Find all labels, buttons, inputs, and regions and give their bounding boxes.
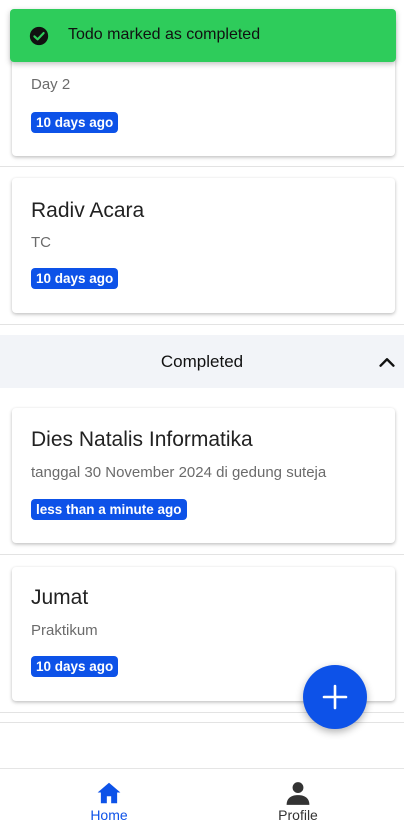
chevron-up-icon[interactable] bbox=[376, 351, 398, 373]
todo-card[interactable]: Radiv Acara TC 10 days ago bbox=[12, 178, 395, 313]
time-badge: 10 days ago bbox=[31, 656, 119, 677]
plus-icon bbox=[322, 684, 348, 710]
todo-list[interactable]: Day 2 10 days ago Radiv Acara TC 10 days… bbox=[0, 0, 404, 768]
section-title: Completed bbox=[160, 351, 244, 371]
completed-section-header[interactable]: Completed bbox=[0, 335, 404, 388]
todo-description: Praktikum bbox=[31, 622, 98, 639]
nav-label: Home bbox=[90, 807, 128, 823]
time-badge: 10 days ago bbox=[31, 268, 119, 289]
todo-description: TC bbox=[31, 234, 51, 251]
nav-item-profile[interactable]: Profile bbox=[197, 769, 399, 832]
todo-description: Day 2 bbox=[31, 76, 71, 93]
check-circle-icon bbox=[29, 26, 49, 46]
time-badge: less than a minute ago bbox=[31, 499, 187, 520]
divider bbox=[0, 554, 404, 555]
toast-notification: Todo marked as completed bbox=[10, 9, 396, 62]
nav-label: Profile bbox=[278, 807, 318, 823]
add-todo-button[interactable] bbox=[303, 665, 367, 729]
time-badge: 10 days ago bbox=[31, 112, 119, 133]
todo-title: Dies Natalis Informatika bbox=[31, 428, 253, 451]
toast-message: Todo marked as completed bbox=[68, 26, 261, 43]
divider bbox=[0, 324, 404, 325]
todo-card[interactable]: Dies Natalis Informatika tanggal 30 Nove… bbox=[12, 408, 395, 543]
home-icon bbox=[97, 782, 121, 804]
todo-description: tanggal 30 November 2024 di gedung sutej… bbox=[31, 464, 327, 481]
person-icon bbox=[286, 782, 310, 805]
todo-title: Radiv Acara bbox=[31, 199, 145, 222]
bottom-navigation: Home Profile bbox=[0, 768, 404, 832]
nav-item-home[interactable]: Home bbox=[8, 769, 210, 832]
divider bbox=[0, 166, 404, 167]
todo-title: Jumat bbox=[31, 586, 89, 609]
